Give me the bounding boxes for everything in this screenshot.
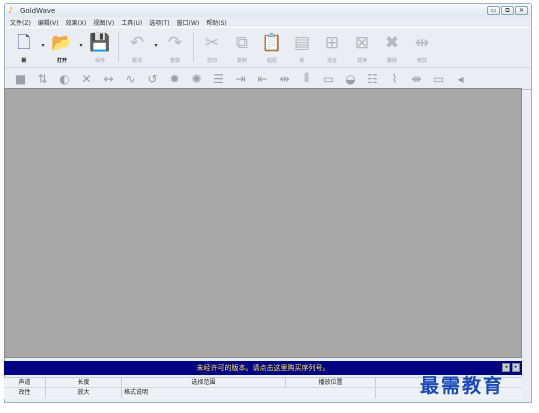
- open-folder-icon: 📂: [51, 33, 73, 53]
- delete-icon: ✖: [384, 33, 400, 53]
- restore-button[interactable]: ⧉: [501, 6, 514, 15]
- menu-tools[interactable]: 工具(U): [121, 18, 142, 27]
- new-icon: ▤: [293, 33, 311, 53]
- mix-button[interactable]: ⊞ 混合: [317, 32, 347, 64]
- effect-tool-1-icon[interactable]: ⇅: [33, 70, 52, 87]
- menu-help[interactable]: 帮助(S): [206, 18, 227, 27]
- close-button[interactable]: ✕: [515, 6, 528, 15]
- effect-tool-6-icon[interactable]: ↺: [143, 70, 162, 87]
- trim-icon: ⇹: [414, 33, 430, 53]
- scroll-right-button[interactable]: ▸: [512, 363, 520, 372]
- status-play-position: 播放位置: [286, 378, 376, 387]
- copy-label: 复制: [236, 58, 247, 64]
- status-channels: 声道: [4, 378, 46, 387]
- status-modified: 改性: [4, 388, 46, 398]
- banner-text[interactable]: 未经许可的版本。请点击这里购买序列号。: [197, 364, 330, 372]
- goldwave-logo-icon: ♪: [8, 6, 14, 15]
- minimize-button[interactable]: ▭: [487, 6, 500, 15]
- new-file-icon: 🗋: [17, 33, 31, 53]
- effect-tool-17-icon[interactable]: ⌇: [385, 70, 404, 87]
- copy-icon: ⧉: [235, 33, 249, 53]
- save-label: 保存: [94, 58, 105, 64]
- effect-tool-2-icon[interactable]: ◐: [55, 70, 74, 87]
- cut-icon: ✂: [204, 33, 220, 53]
- undo-icon: ↶: [129, 33, 145, 53]
- sound-workspace[interactable]: [4, 88, 522, 358]
- effect-tool-5-icon[interactable]: ∿: [121, 70, 140, 87]
- effect-tool-8-icon[interactable]: ✺: [187, 70, 206, 87]
- effect-tool-0-icon[interactable]: ■: [11, 70, 30, 87]
- menu-effects[interactable]: 效果(X): [66, 18, 87, 27]
- window-controls: ▭ ⧉ ✕: [487, 6, 528, 15]
- delete-button[interactable]: ✖ 删除: [377, 32, 407, 64]
- paste-icon: 📋: [261, 33, 283, 53]
- new-file-dropdown-icon[interactable]: ▾: [39, 32, 47, 49]
- paste-button[interactable]: 📋 粘贴: [257, 32, 287, 64]
- cut-label: 剪切: [206, 58, 217, 64]
- new-file-label: 新: [21, 58, 27, 64]
- paste-label: 粘贴: [266, 58, 277, 64]
- undo-dropdown-icon[interactable]: ▾: [152, 32, 160, 49]
- save-icon: 💾: [89, 33, 111, 53]
- replace-icon: ⊠: [354, 33, 370, 53]
- effect-tool-3-icon[interactable]: ✕: [77, 70, 96, 87]
- mix-label: 混合: [326, 58, 337, 64]
- new-button[interactable]: ▤ 新: [287, 32, 317, 64]
- status-zoom: 放大: [46, 388, 122, 398]
- effect-tool-14-icon[interactable]: ▭: [319, 70, 338, 87]
- redo-icon: ↷: [167, 33, 183, 53]
- menu-bar: 文件(Z) 编辑(V) 效果(X) 视图(V) 工具(U) 选项(T) 窗口(W…: [5, 17, 531, 27]
- menu-window[interactable]: 窗口(W): [177, 18, 200, 27]
- status-selection: 选择范围: [122, 378, 286, 387]
- menu-edit[interactable]: 编辑(V): [38, 18, 59, 27]
- menu-view[interactable]: 视图(V): [93, 18, 114, 27]
- main-toolbar: 🗋 新 ▾ 📂 打开 ▾ 💾 保存 ↶ 撤消 ▾ ↷ 重做 ✂ 剪切 ⧉ 复制 📋 粘贴 ▤ 新 ⊞ 混合 ⊠ 替换 ✖ 删除 ⇹ 修剪: [5, 27, 531, 68]
- effect-tool-9-icon[interactable]: ☰: [209, 70, 228, 87]
- replace-label: 替换: [356, 58, 367, 64]
- copy-button[interactable]: ⧉ 复制: [227, 32, 257, 64]
- window-title: GoldWave: [20, 6, 56, 15]
- open-folder-label: 打开: [56, 58, 67, 64]
- open-folder-button[interactable]: 📂 打开: [47, 32, 77, 64]
- redo-label: 重做: [169, 58, 180, 64]
- effect-tool-10-icon[interactable]: ⇥: [231, 70, 250, 87]
- undo-label: 撤消: [131, 58, 142, 64]
- watermark-logo: 最需教育: [420, 375, 505, 397]
- trim-label: 修剪: [416, 58, 427, 64]
- effect-tool-7-icon[interactable]: ✹: [165, 70, 184, 87]
- effect-tool-15-icon[interactable]: ◒: [341, 70, 360, 87]
- toolbar-separator: [118, 32, 119, 62]
- menu-file[interactable]: 文件(Z): [10, 18, 31, 27]
- effects-toolbar: ■ ⇅ ◐ ✕ ↔ ∿ ↺ ✹ ✺ ☰ ⇥ ⇤ ⇹ ⫴ ▭ ◒ ☷ ⌇ ⇼ ▭ ◂: [5, 68, 531, 90]
- effect-tool-13-icon[interactable]: ⫴: [297, 70, 316, 87]
- trim-button[interactable]: ⇹ 修剪: [407, 32, 437, 64]
- redo-button[interactable]: ↷ 重做: [160, 32, 190, 64]
- mix-icon: ⊞: [324, 33, 340, 53]
- effect-tool-12-icon[interactable]: ⇹: [275, 70, 294, 87]
- effect-tool-18-icon[interactable]: ⇼: [407, 70, 426, 87]
- effect-tool-11-icon[interactable]: ⇤: [253, 70, 272, 87]
- undo-button[interactable]: ↶ 撤消: [122, 32, 152, 64]
- toolbar-separator: [193, 32, 194, 62]
- delete-label: 删除: [386, 58, 397, 64]
- new-label: 新: [299, 58, 305, 64]
- effect-tool-20-icon[interactable]: ◂: [451, 70, 470, 87]
- replace-button[interactable]: ⊠ 替换: [347, 32, 377, 64]
- status-length: 长度: [46, 378, 122, 387]
- cut-button[interactable]: ✂ 剪切: [197, 32, 227, 64]
- effect-tool-4-icon[interactable]: ↔: [99, 70, 118, 87]
- open-folder-dropdown-icon[interactable]: ▾: [77, 32, 85, 49]
- effect-tool-19-icon[interactable]: ▭: [429, 70, 448, 87]
- menu-options[interactable]: 选项(T): [149, 18, 169, 27]
- banner-scroll-buttons: ◂ ▸: [502, 363, 520, 372]
- status-format: 格式说明: [122, 388, 376, 398]
- title-bar: ♪ GoldWave ▭ ⧉ ✕: [5, 4, 531, 17]
- effect-tool-16-icon[interactable]: ☷: [363, 70, 382, 87]
- save-button[interactable]: 💾 保存: [85, 32, 115, 64]
- new-file-button[interactable]: 🗋 新: [9, 32, 39, 64]
